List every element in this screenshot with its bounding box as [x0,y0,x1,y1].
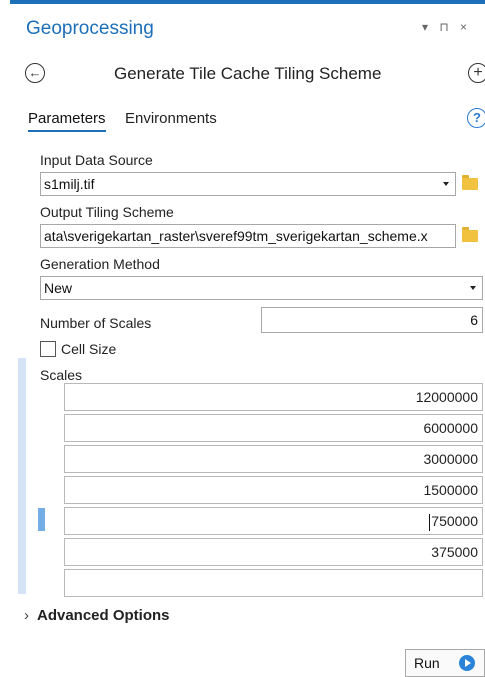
folder-icon[interactable] [462,227,478,242]
advanced-options-toggle[interactable]: › Advanced Options [24,607,170,624]
input-data-source-value: s1milj.tif [44,176,95,192]
help-icon[interactable]: ? [467,108,485,128]
run-button-label: Run [414,655,440,671]
chevron-down-icon[interactable] [443,182,449,186]
scales-group-bar [18,358,26,594]
tool-title: Generate Tile Cache Tiling Scheme [114,64,382,83]
chevron-down-icon[interactable] [470,286,476,290]
add-icon[interactable]: + [468,63,485,83]
scale-value-text: 750000 [431,513,478,529]
scale-value-input[interactable]: 12000000 [64,383,483,411]
scale-value-input[interactable]: 375000 [64,538,483,566]
scale-value-input-active[interactable]: 750000 [64,507,483,535]
scales-label: Scales [40,367,83,383]
pane-title: Geoprocessing [26,18,154,39]
number-of-scales-label: Number of Scales [40,315,152,331]
folder-icon[interactable] [462,175,478,190]
generation-method-value: New [44,280,73,296]
input-data-source-field[interactable]: s1milj.tif [40,172,456,196]
cell-size-checkbox[interactable] [40,341,56,357]
cell-size-label: Cell Size [61,341,117,357]
number-of-scales-input[interactable]: 6 [261,307,483,333]
tab-parameters[interactable]: Parameters [28,110,106,132]
scale-value-input[interactable]: 1500000 [64,476,483,504]
generation-method-label: Generation Method [40,256,160,272]
scale-value-input-empty[interactable] [64,569,483,597]
output-tiling-scheme-label: Output Tiling Scheme [40,204,174,220]
generation-method-select[interactable]: New [40,276,483,300]
advanced-options-label: Advanced Options [37,607,170,624]
active-row-marker [38,508,45,531]
run-button[interactable]: Run [405,649,485,677]
pane-top-accent [10,0,485,4]
back-arrow-icon[interactable]: ← [25,63,45,83]
scale-value-input[interactable]: 6000000 [64,414,483,442]
output-tiling-scheme-value: ata\sverigekartan_raster\sveref99tm_sver… [44,228,428,244]
tab-environments[interactable]: Environments [125,110,217,127]
scale-value-input[interactable]: 3000000 [64,445,483,473]
input-data-source-label: Input Data Source [40,152,153,168]
output-tiling-scheme-field[interactable]: ata\sverigekartan_raster\sveref99tm_sver… [40,224,456,248]
chevron-right-icon: › [24,607,29,624]
play-icon [459,655,475,671]
pane-controls[interactable]: ▾ ⊓ × [422,20,471,34]
